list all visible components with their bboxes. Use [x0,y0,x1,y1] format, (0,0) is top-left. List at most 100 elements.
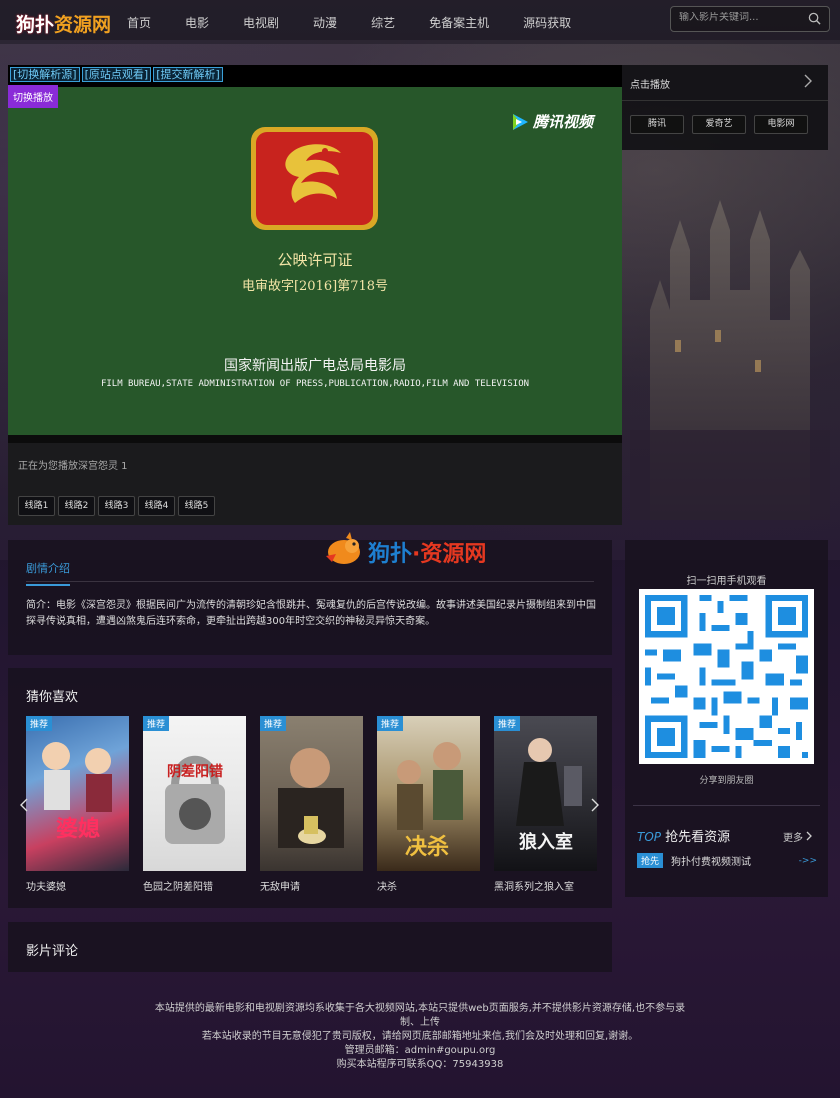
top-resources-title: TOP 抢先看资源 [637,826,730,845]
nav-hosting[interactable]: 免备案主机 [412,14,506,31]
license-title: 公映许可证 [277,251,353,269]
more-label: 更多 [783,833,803,844]
nav-home[interactable]: 首页 [110,14,168,31]
site-footer: 本站提供的最新电影和电视剧资源均系收集于各大视频网站,本站只提供web页面服务,… [150,1002,690,1072]
video-bottom-bar [8,435,622,443]
footer-admin-email: 管理员邮箱：admin#goupu.org [344,1045,496,1056]
main-nav: 首页 电影 电视剧 动漫 综艺 免备案主机 源码获取 [110,14,588,31]
movie-title[interactable]: 无敌申请 [260,878,363,893]
recommendation-card[interactable]: 狼入室 推荐 黑洞系列之狼入室 [494,716,597,893]
recommendation-card[interactable]: 决杀 推荐 决杀 [377,716,480,893]
svg-text:狼入室: 狼入室 [519,831,573,853]
dog-mascot-icon [326,532,360,564]
poster-image[interactable]: 狼入室 推荐 [494,716,597,871]
resource-list-item[interactable]: 抢先 狗扑付费视频测试 ->> [637,853,817,868]
source-iqiyi-button[interactable]: 爱奇艺 [692,115,746,134]
resource-arrow[interactable]: ->> [799,856,817,866]
chevron-right-icon[interactable] [804,74,812,88]
nav-anime[interactable]: 动漫 [296,14,354,31]
recommendation-card[interactable]: 阴差阳错 推荐 色园之阴差阳错 [143,716,246,893]
early-access-badge: 抢先 [637,853,664,868]
recommendation-card[interactable]: 推荐 无敌申请 [260,716,363,893]
poster-art [278,748,344,848]
poster-image[interactable]: 阴差阳错 推荐 [143,716,246,871]
carousel-prev-icon[interactable] [20,798,28,812]
switch-parse-source-link[interactable]: [切换解析源] [10,67,80,82]
movie-title[interactable]: 决杀 [377,878,480,893]
recommend-badge: 推荐 [494,716,521,731]
share-moments-text: 分享到朋友圈 [699,776,754,786]
svg-text:决杀: 决杀 [405,834,449,860]
recommendation-card[interactable]: 婆媳 推荐 功夫婆媳 [26,716,129,893]
qr-code-image [639,589,814,764]
site-logo[interactable]: 狗扑资源网 [16,10,111,37]
bureau-name-cn: 国家新闻出版广电总局电影局 [224,358,406,374]
movie-title[interactable]: 黑洞系列之狼入室 [494,878,597,893]
movie-title[interactable]: 色园之阴差阳错 [143,878,246,893]
source-tencent-button[interactable]: 腾讯 [630,115,684,134]
source-buttons: 腾讯 爱奇艺 电影网 [630,115,816,134]
carousel-next-icon[interactable] [591,798,599,812]
poster-art: 狼入室 [516,738,582,853]
recommendations-panel: 猜你喜欢 婆媳 推荐 功夫婆媳 阴差阳错 推荐 色园之阴差阳错 推荐 无敌申请 … [8,668,612,908]
nav-source-code[interactable]: 源码获取 [506,14,588,31]
line-5-button[interactable]: 线路5 [178,496,215,516]
watermark-part2: 资源网 [420,542,487,567]
poster-image[interactable]: 决杀 推荐 [377,716,480,871]
tencent-video-brand: 腾讯视频 [510,111,593,132]
recommend-badge: 推荐 [26,716,53,731]
comments-title: 影片评论 [26,944,79,959]
player-links-bar: [切换解析源] [原站点观看] [提交新解析] [8,65,622,87]
line-1-button[interactable]: 线路1 [18,496,55,516]
license-number: 电审故字[2016]第718号 [241,279,389,294]
chevron-right-icon [806,831,813,841]
tencent-brand-text: 腾讯视频 [533,113,594,131]
poster-art: 决杀 [397,742,463,860]
search-icon[interactable] [808,12,821,25]
synopsis-text: 简介：电影《深宫怨灵》根据民间广为流传的清朝珍妃含恨跳井、冤魂复仇的后宫传说改编… [26,600,596,627]
nav-variety[interactable]: 综艺 [354,14,412,31]
tab-synopsis[interactable]: 剧情介绍 [26,560,70,586]
recommend-badge: 推荐 [377,716,404,731]
film-bureau-dragon-emblem [251,127,378,230]
comments-panel: 影片评论 [8,922,612,972]
source-movie-net-button[interactable]: 电影网 [754,115,808,134]
qr-panel: 扫一扫用手机观看 分享到朋友圈 TOP 抢先看资源 更多 抢先 狗扑付费视频测试… [625,540,828,897]
nav-movies[interactable]: 电影 [168,14,226,31]
click-play-title[interactable]: 点击播放 [630,76,670,91]
divider [622,100,828,101]
line-4-button[interactable]: 线路4 [138,496,175,516]
logo-text-accent: 资源网 [54,14,112,36]
movie-title[interactable]: 功夫婆媳 [26,878,129,893]
watermark-text: 狗扑·资源网 [368,536,486,568]
recommend-badge: 推荐 [143,716,170,731]
now-playing-text: 正在为您播放深宫怨灵 1 [18,461,128,472]
tencent-video-logo-icon [513,113,528,130]
poster-image[interactable]: 推荐 [260,716,363,871]
line-3-button[interactable]: 线路3 [98,496,135,516]
search-box [670,6,830,32]
nav-tv[interactable]: 电视剧 [226,14,296,31]
original-site-link[interactable]: [原站点观看] [81,67,152,82]
recommend-badge: 推荐 [260,716,287,731]
footer-disclaimer: 本站提供的最新电影和电视剧资源均系收集于各大视频网站,本站只提供web页面服务,… [154,1003,686,1028]
resource-title[interactable]: 狗扑付费视频测试 [671,853,799,868]
svg-text:婆媳: 婆媳 [56,816,100,842]
search-input[interactable] [679,12,799,23]
line-selector: 线路1 线路2 线路3 线路4 线路5 [18,496,218,516]
footer-copyright-notice: 若本站收录的节目无意侵犯了贵司版权，请给网页底部邮箱地址来信,我们会及时处理和回… [201,1031,639,1042]
logo-text-main: 狗扑 [16,14,55,36]
poster-image[interactable]: 婆媳 推荐 [26,716,129,871]
top-header: 狗扑资源网 首页 电影 电视剧 动漫 综艺 免备案主机 源码获取 [0,0,840,44]
qr-title: 扫一扫用手机观看 [686,576,767,587]
submit-parse-link[interactable]: [提交新解析] [153,67,223,82]
video-frame[interactable]: 腾讯视频 公映许可证 电审故字[2016]第718号 国家新闻出版广电总局电影局… [8,87,622,443]
castle-illustration [630,200,830,520]
line-2-button[interactable]: 线路2 [58,496,95,516]
top-label: TOP [637,830,662,844]
video-player: [切换解析源] [原站点观看] [提交新解析] 切换播放 腾讯视频 公映许可证 电审… [8,65,622,525]
poster-art: 阴差阳错 [165,755,225,844]
recommendation-cards: 婆媳 推荐 功夫婆媳 阴差阳错 推荐 色园之阴差阳错 推荐 无敌申请 决杀 推荐… [26,716,611,893]
more-link[interactable]: 更多 [783,829,813,844]
switch-play-button[interactable]: 切换播放 [8,85,58,108]
